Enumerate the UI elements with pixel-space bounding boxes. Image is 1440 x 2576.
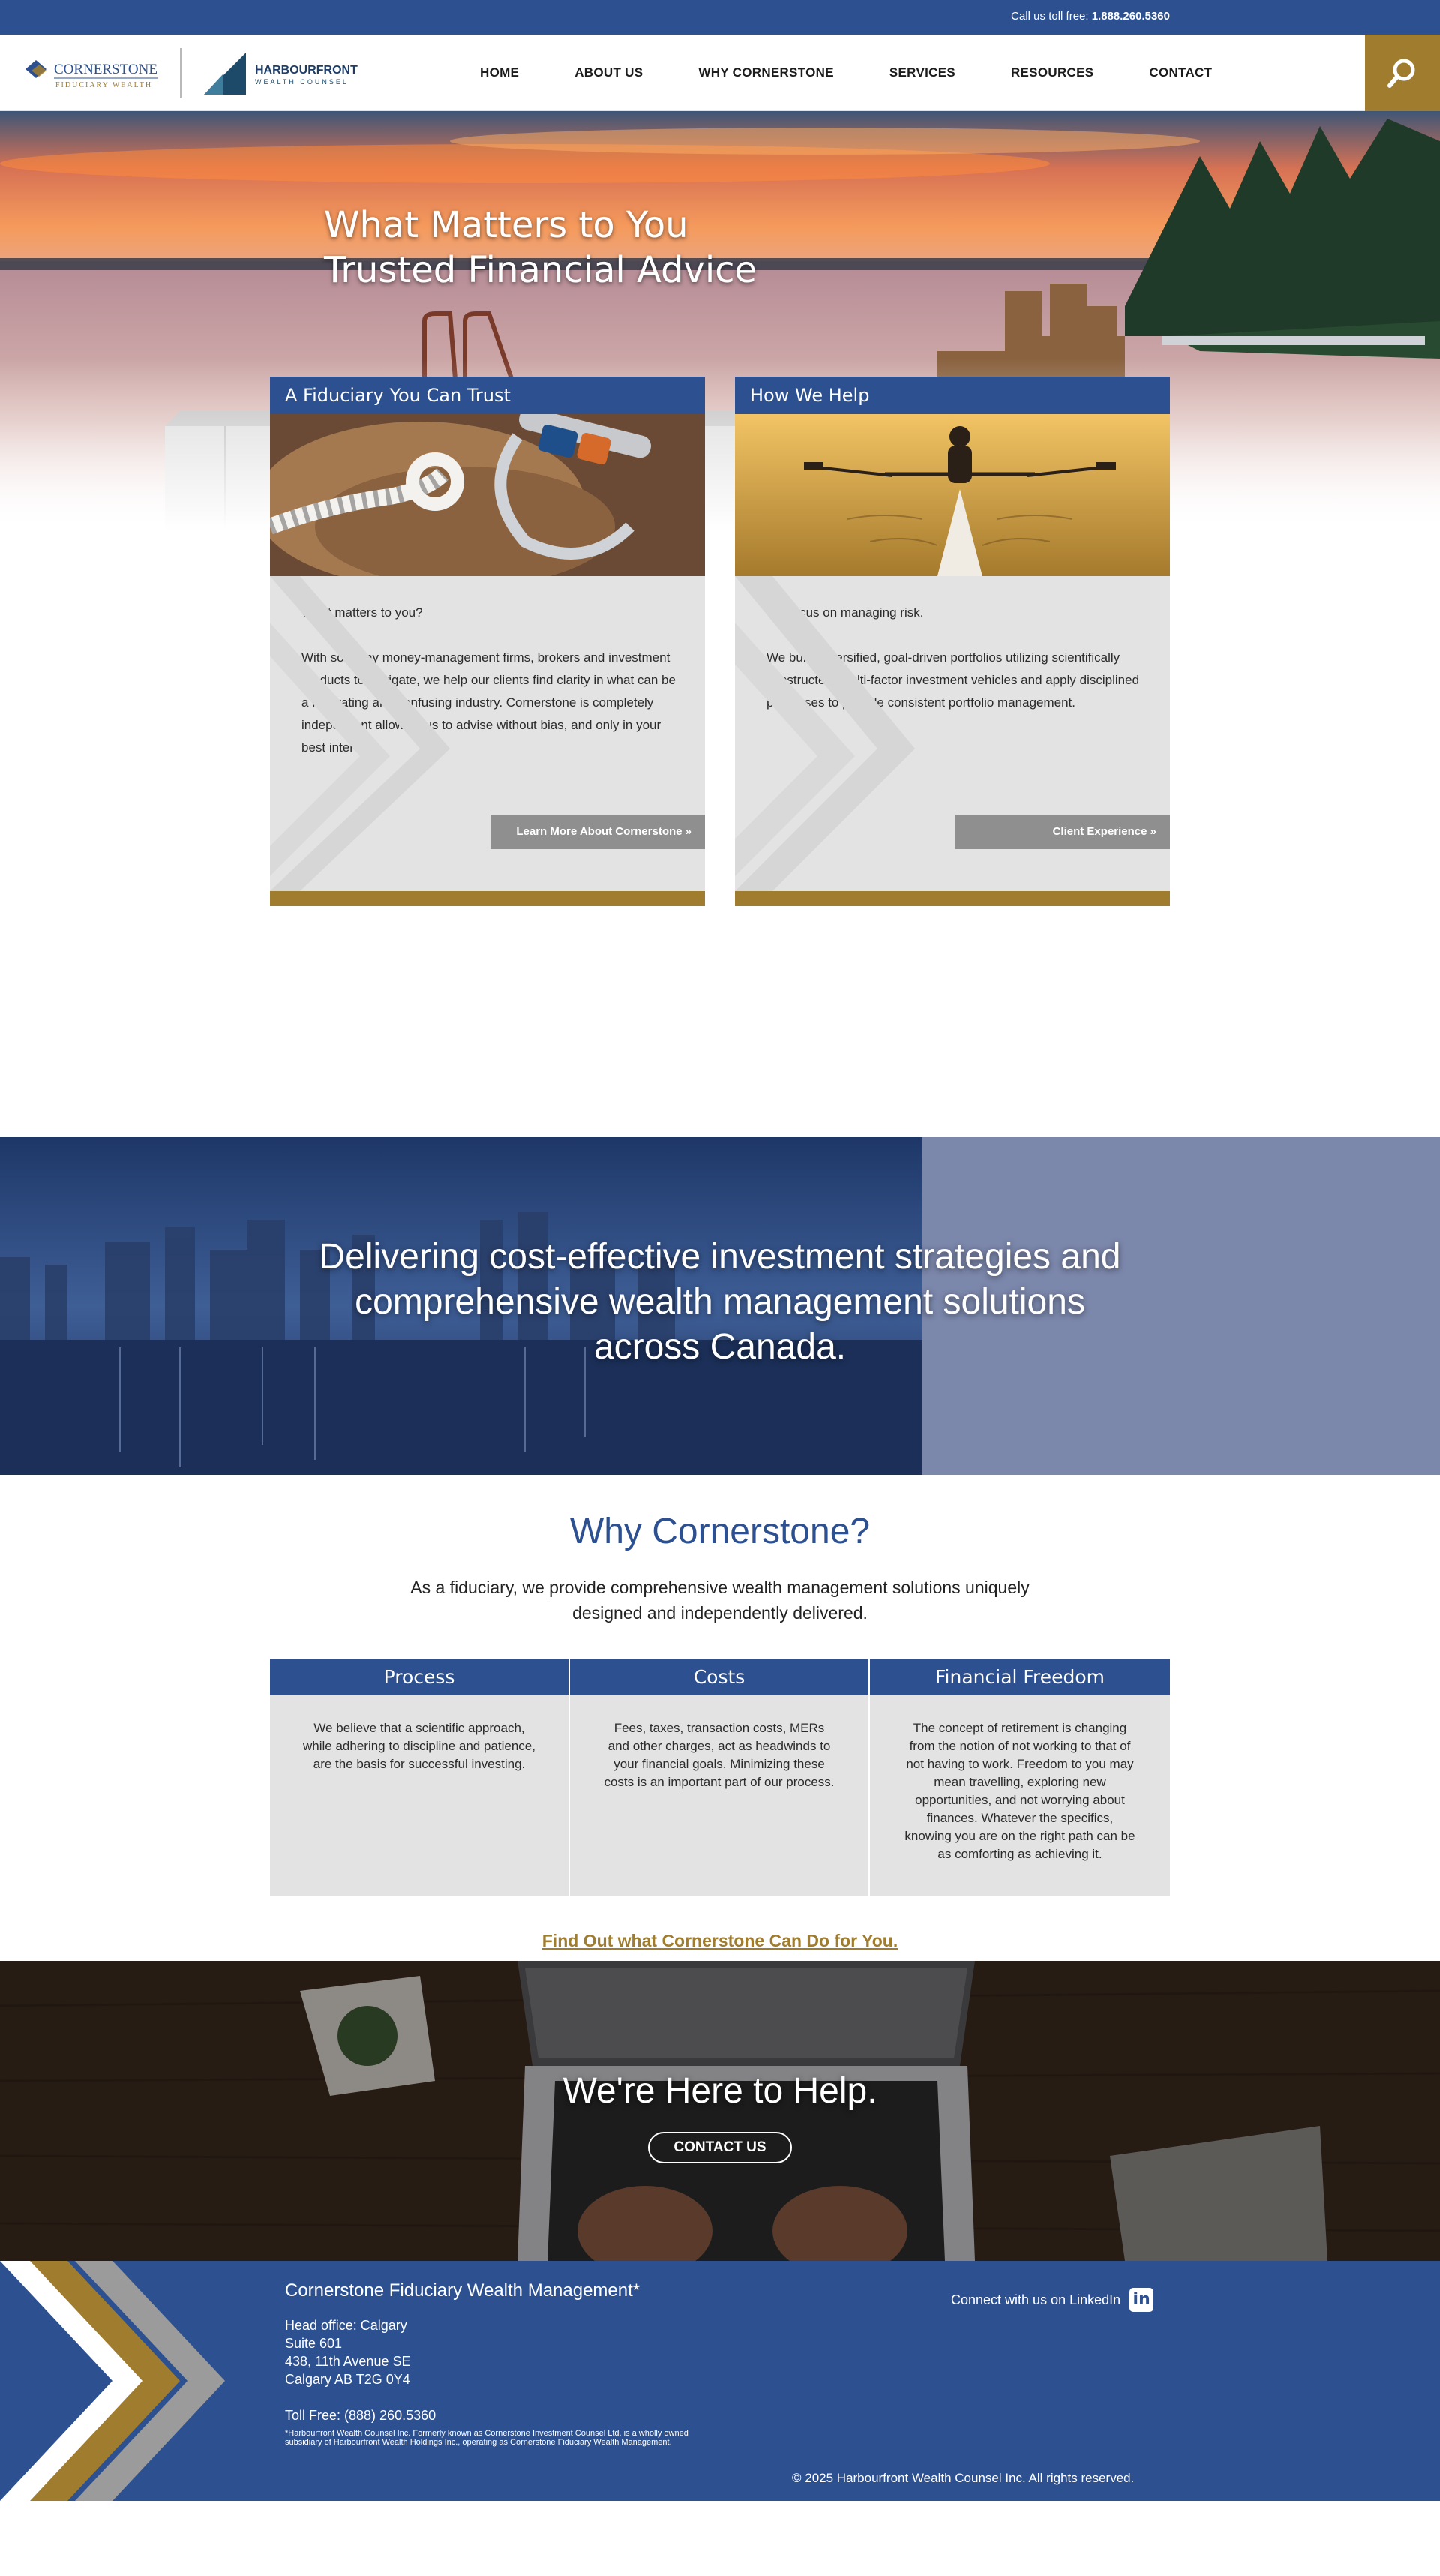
footer-toll-free[interactable]: Toll Free: (888) 260.5360 [285,2406,705,2424]
why-col-title: Process [270,1659,568,1695]
city-banner: Delivering cost-effective investment str… [0,1137,1440,1475]
why-col-body: The concept of retirement is changing fr… [870,1695,1170,1896]
banner-text: Delivering cost-effective investment str… [0,1235,1440,1370]
card-how-we-help: How We Help We focus on managing risk. W… [735,377,1170,906]
search-icon [1388,59,1415,88]
page-bottom-margin [0,2501,1440,2576]
toll-free-call[interactable]: Call us toll free: 1.888.260.5360 [1011,10,1170,23]
card-chevron-decoration [735,576,915,891]
footer-legal-note: *Harbourfront Wealth Counsel Inc. Former… [285,2429,688,2447]
help-title: We're Here to Help. [562,2071,878,2111]
nav-services[interactable]: SERVICES [890,65,956,80]
footer-chevron-decoration [0,2261,225,2501]
why-col-body: We believe that a scientific approach, w… [270,1695,568,1896]
cornerstone-logo[interactable]: CORNERSTONE FIDUCIARY WEALTH [24,54,160,93]
logo-divider [180,48,182,98]
learn-more-button[interactable]: Learn More About Cornerstone » [490,815,705,849]
linkedin-text: Connect with us on LinkedIn [951,2292,1121,2307]
top-bar: Call us toll free: 1.888.260.5360 [0,0,1440,35]
harbourfront-subtitle: WEALTH COUNSEL [255,78,349,86]
cornerstone-wordmark: CORNERSTONE [54,62,158,77]
phone-number[interactable]: 1.888.260.5360 [1092,10,1170,23]
hero-title: What Matters to You Trusted Financial Ad… [324,203,757,293]
site-header: CORNERSTONE FIDUCIARY WEALTH HARBOURFRON… [0,35,1440,111]
main-nav: HOME ABOUT US WHY CORNERSTONE SERVICES R… [480,35,1268,111]
hero-line-2: Trusted Financial Advice [324,249,758,291]
why-lead: As a fiduciary, we provide comprehensive… [410,1578,1030,1623]
nav-about-us[interactable]: ABOUT US [574,65,643,80]
why-cta: Find Out what Cornerstone Can Do for You… [0,1931,1440,1951]
footer-address-line: Head office: Calgary [285,2318,407,2333]
footer-address-line: Calgary AB T2G 0Y4 [285,2372,410,2387]
site-footer: Cornerstone Fiduciary Wealth Management*… [0,2261,1440,2501]
why-col-process: Process We believe that a scientific app… [270,1659,570,1896]
search-button[interactable] [1365,35,1440,111]
card-rowing-image [735,414,1170,576]
contact-us-button[interactable]: CONTACT US [648,2132,792,2163]
card-gold-footer [270,891,705,906]
why-col-title: Financial Freedom [870,1659,1170,1695]
card-fiduciary: A Fiduciary You Can Trust What matters t… [270,377,705,906]
why-title: Why Cornerstone? [569,1512,871,1551]
cornerstone-subtitle: FIDUCIARY WEALTH [56,81,152,89]
why-col-title: Costs [570,1659,868,1695]
why-cornerstone-section: Why Cornerstone? As a fiduciary, we prov… [0,1511,1440,1950]
footer-linkedin-link[interactable]: Connect with us on LinkedIn in [951,2288,1154,2312]
footer-address-line: 438, 11th Avenue SE [285,2354,411,2369]
nav-contact[interactable]: CONTACT [1149,65,1212,80]
linkedin-icon[interactable]: in [1130,2288,1154,2312]
harbourfront-wordmark: HARBOURFRONT [255,64,358,77]
footer-copyright: © 2025 Harbourfront Wealth Counsel Inc. … [792,2471,1135,2485]
banner-line: Delivering cost-effective investment str… [319,1237,1121,1367]
help-section: We're Here to Help. CONTACT US [0,1961,1440,2261]
why-col-body: Fees, taxes, transaction costs, MERs and… [570,1695,868,1896]
card-chevron-decoration [270,576,450,891]
footer-info: Cornerstone Fiduciary Wealth Management*… [285,2280,705,2448]
card-gold-footer [735,891,1170,906]
footer-address-line: Suite 601 [285,2336,343,2351]
nav-home[interactable]: HOME [480,65,519,80]
client-experience-button[interactable]: Client Experience » [956,815,1170,849]
nav-why-cornerstone[interactable]: WHY CORNERSTONE [698,65,834,80]
call-prefix: Call us toll free: [1011,10,1092,23]
card-rope-carabiner-image [270,414,705,576]
card-title: A Fiduciary You Can Trust [270,377,705,414]
harbourfront-logo[interactable]: HARBOURFRONT WEALTH COUNSEL [204,51,369,96]
why-col-costs: Costs Fees, taxes, transaction costs, ME… [570,1659,870,1896]
hero-line-1: What Matters to You [324,204,688,246]
feature-cards-section: A Fiduciary You Can Trust What matters t… [0,377,1440,1950]
find-out-link[interactable]: Find Out what Cornerstone Can Do for You… [542,1931,898,1950]
card-title: How We Help [735,377,1170,414]
why-columns: Process We believe that a scientific app… [270,1659,1170,1896]
nav-resources[interactable]: RESOURCES [1011,65,1094,80]
footer-company: Cornerstone Fiduciary Wealth Management* [285,2280,640,2301]
why-col-financial-freedom: Financial Freedom The concept of retirem… [870,1659,1170,1896]
